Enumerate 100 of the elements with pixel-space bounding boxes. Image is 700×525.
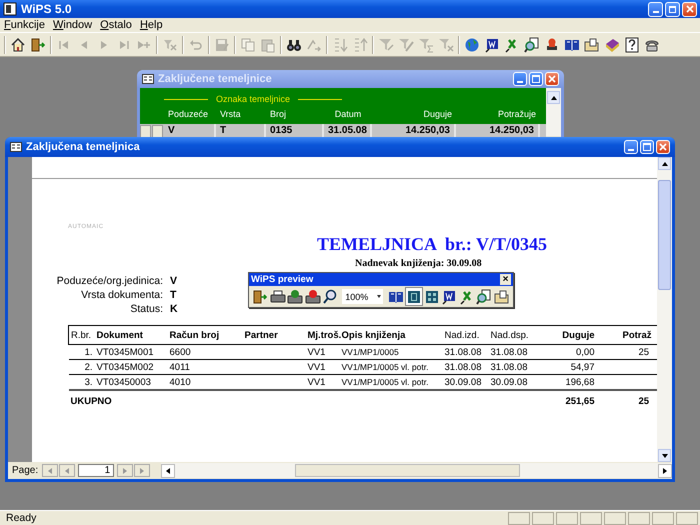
table-cell: 54,97 — [570, 362, 594, 372]
table-cell: 31.08.08 — [490, 362, 528, 372]
status-pane — [508, 512, 530, 524]
menu-item[interactable]: Funkcije — [4, 19, 45, 31]
report-heading: TEMELJNICA br.: V/T/0345 — [317, 234, 548, 255]
minimize-button[interactable] — [648, 2, 663, 16]
table-cell: VV1 — [308, 376, 326, 388]
magnifier-page-icon[interactable] — [524, 36, 540, 52]
page-field[interactable]: 1 — [78, 464, 114, 477]
page-label: Page: — [12, 465, 38, 476]
column-header: Potraž — [622, 330, 652, 340]
table-cell: 30.09.08 — [490, 376, 528, 388]
table-cell: VT0345M002 — [96, 362, 154, 372]
record-row[interactable]: V T 0135 31.05.08 14.250,03 14.250,03 — [140, 124, 546, 138]
close-button[interactable] — [656, 140, 670, 154]
menu-item[interactable]: Help — [140, 19, 163, 31]
zoom-dropdown[interactable]: 100% — [342, 289, 384, 304]
help-icon[interactable] — [624, 36, 640, 52]
home-icon[interactable] — [10, 36, 26, 52]
table-cell: VT0345M001 — [96, 346, 154, 358]
word-document-icon[interactable] — [484, 36, 500, 52]
column-header: Nad.dsp. — [490, 330, 529, 340]
column-header: Partner — [244, 330, 278, 340]
status-text: Ready — [6, 512, 38, 524]
field-value: T — [170, 289, 178, 301]
preview-button[interactable] — [404, 287, 423, 306]
globe-icon[interactable] — [464, 36, 480, 52]
table-cell: 2. — [84, 362, 92, 372]
magnifier-page-icon — [476, 288, 492, 304]
column-header: R.br. — [71, 330, 92, 340]
close-icon — [659, 143, 667, 151]
vertical-scrollbar[interactable] — [657, 157, 672, 462]
column-header: Račun broj — [170, 330, 220, 340]
table-cell: VV1/MP1/0005 vl. potr. — [342, 377, 428, 387]
column-header: Mj.troš. — [308, 330, 342, 340]
restore-button[interactable] — [665, 2, 680, 16]
table-cell: 4010 — [170, 376, 191, 388]
vertical-scrollbar[interactable] — [546, 88, 561, 136]
table-cell: 3. — [84, 376, 92, 388]
table-cell: 31.08.08 — [444, 362, 482, 372]
column-header[interactable]: Vrsta — [216, 109, 266, 119]
one-page-icon — [406, 288, 422, 304]
table-cell: 30.09.08 — [444, 376, 482, 388]
status-pane — [532, 512, 554, 524]
table-cell: 1. — [84, 346, 92, 358]
preview-button[interactable] — [304, 287, 321, 306]
exit-door-icon — [252, 288, 268, 304]
window-title: Zaključena temeljnica — [26, 141, 140, 153]
status-pane — [676, 512, 698, 524]
toolbar-title: WiPS preview — [251, 274, 314, 285]
field-label: Vrsta dokumenta: — [80, 289, 163, 301]
total-label: UKUPNO — [70, 396, 112, 406]
notebook-icon[interactable] — [604, 36, 620, 52]
table-cell: 4011 — [170, 362, 190, 372]
column-header: Opis knjiženja — [342, 330, 406, 340]
status-pane — [580, 512, 602, 524]
field-label: Poduzeće/org.jedinica: — [56, 275, 163, 287]
preview-button[interactable] — [286, 287, 304, 306]
column-header[interactable]: Broj — [266, 109, 324, 119]
stamp-icon[interactable] — [544, 36, 560, 52]
close-button[interactable] — [682, 2, 697, 16]
form-icon — [10, 141, 22, 153]
column-header: Duguje — [562, 330, 594, 340]
table-cell: 6600 — [170, 346, 191, 358]
column-header: Dokument — [96, 330, 143, 340]
posting-date: Nadnevak knjiženja: 30.09.08 — [355, 258, 482, 269]
minimize-button[interactable] — [513, 72, 527, 86]
table-cell: 25 — [638, 346, 650, 358]
column-header[interactable]: Datum — [324, 109, 372, 119]
folder-icon[interactable] — [584, 36, 600, 52]
table-cell: VV1 — [308, 346, 326, 358]
minimize-button[interactable] — [624, 140, 638, 154]
total-value: 251,65 — [565, 396, 594, 406]
column-header[interactable]: Duguje — [372, 109, 456, 119]
maximize-button[interactable] — [640, 140, 654, 154]
table-cell: 31.08.08 — [490, 346, 528, 358]
close-button[interactable] — [545, 72, 559, 86]
close-button[interactable]: × — [500, 274, 511, 285]
preview-button[interactable] — [476, 287, 493, 306]
folder-icon — [494, 288, 510, 304]
menu-item[interactable]: Window — [52, 19, 92, 31]
menu-item[interactable]: Ostalo — [100, 19, 132, 31]
close-icon — [548, 75, 556, 83]
preview-button[interactable] — [322, 287, 338, 306]
form-icon — [142, 73, 154, 85]
column-header[interactable]: Poduzeće — [164, 109, 216, 119]
table-cell: VT03450003 — [96, 376, 151, 388]
column-header[interactable]: Potražuje — [456, 109, 540, 119]
table-cell: 0,00 — [576, 346, 594, 358]
exit-door-icon[interactable] — [30, 36, 46, 52]
maximize-button[interactable] — [529, 72, 543, 86]
table-cell: VV1/MP1/0005 — [342, 347, 399, 357]
table-cell: VV1 — [308, 362, 326, 372]
status-pane — [652, 512, 674, 524]
zoom-icon — [322, 288, 338, 304]
status-pane — [556, 512, 578, 524]
window-title: Zaključene temeljnice — [158, 73, 272, 85]
horizontal-scrollbar[interactable] — [161, 463, 672, 478]
group-header: Oznaka temeljnice — [216, 94, 290, 104]
field-value: V — [170, 275, 178, 287]
